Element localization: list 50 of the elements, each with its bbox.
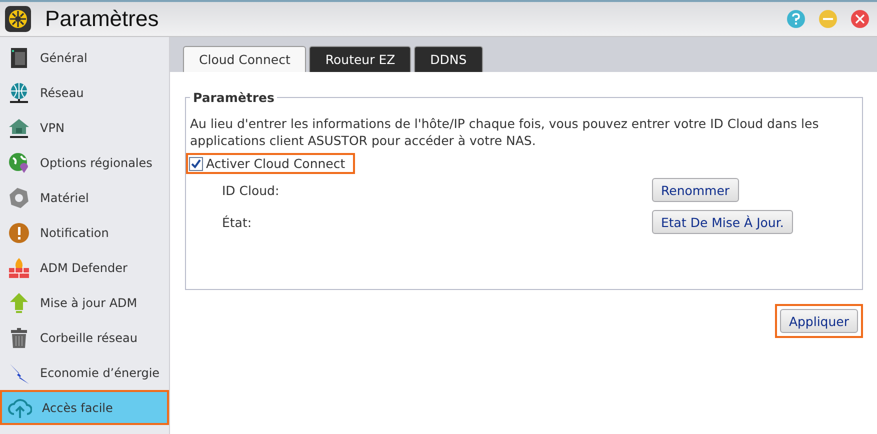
sidebar-label: Corbeille réseau [40,330,138,344]
sidebar-label: Général [40,50,88,64]
sidebar-item[interactable]: Mise à jour ADM [0,285,169,320]
sidebar-item[interactable]: Général [0,40,169,75]
sidebar-label: Réseau [40,86,84,100]
up-arrow-icon [8,292,30,314]
house-icon [8,116,30,138]
lightning-icon [8,362,30,384]
server-icon [8,46,30,68]
apply-button[interactable]: Appliquer [780,309,858,333]
help-icon[interactable] [787,10,805,28]
sidebar-item[interactable]: Corbeille réseau [0,320,169,355]
globe-icon [8,82,30,104]
sidebar-label: VPN [40,120,64,134]
action-button[interactable]: Renommer [652,178,739,202]
sidebar-item[interactable]: Matériel [0,180,169,215]
field-label: État: [222,214,253,230]
gear-icon [5,6,31,32]
action-button[interactable]: Etat De Mise À Jour. [652,210,793,234]
warning-icon [8,222,30,244]
close-icon[interactable] [851,10,869,28]
sidebar-label: Mise à jour ADM [40,296,138,310]
tab[interactable]: DDNS [414,46,483,72]
window-title: Paramètres [45,6,160,32]
trash-icon [8,326,30,348]
sidebar-item[interactable]: VPN [0,110,169,145]
field-label: ID Cloud: [222,182,280,198]
sidebar-item[interactable]: Economie d’énergie [0,355,169,390]
sidebar-item[interactable]: Options régionales [0,145,169,180]
tab[interactable]: Cloud Connect [183,46,306,72]
sidebar-label: Accès facile [42,400,113,414]
sidebar-label: ADM Defender [40,260,128,274]
sidebar-item[interactable]: Accès facile [0,390,169,425]
tab[interactable]: Routeur EZ [309,46,412,72]
group-title: Paramètres [192,90,276,105]
globe-pin-icon [8,152,30,174]
checkbox-field[interactable]: Activer Cloud Connect [186,153,356,174]
cloud-upload-icon [8,396,32,418]
sidebar-label: Options régionales [40,156,152,170]
checkbox-label: Activer Cloud Connect [206,156,346,171]
sidebar-item[interactable]: Notification [0,215,169,250]
sidebar-label: Notification [40,226,109,240]
nut-icon [8,186,30,208]
firewall-icon [8,256,30,278]
description-text: Au lieu d'entrer les informations de l'hôte/IP chaque fois, vous pouvez entrer votre ID Cloud dans les applications client ASUSTOR pour accéder à votre NAS. [190,115,820,149]
checkbox[interactable] [189,156,203,170]
sidebar-item[interactable]: Réseau [0,75,169,110]
sidebar-item[interactable]: ADM Defender [0,250,169,285]
sidebar-label: Economie d’énergie [40,366,160,380]
sidebar-label: Matériel [40,190,89,204]
